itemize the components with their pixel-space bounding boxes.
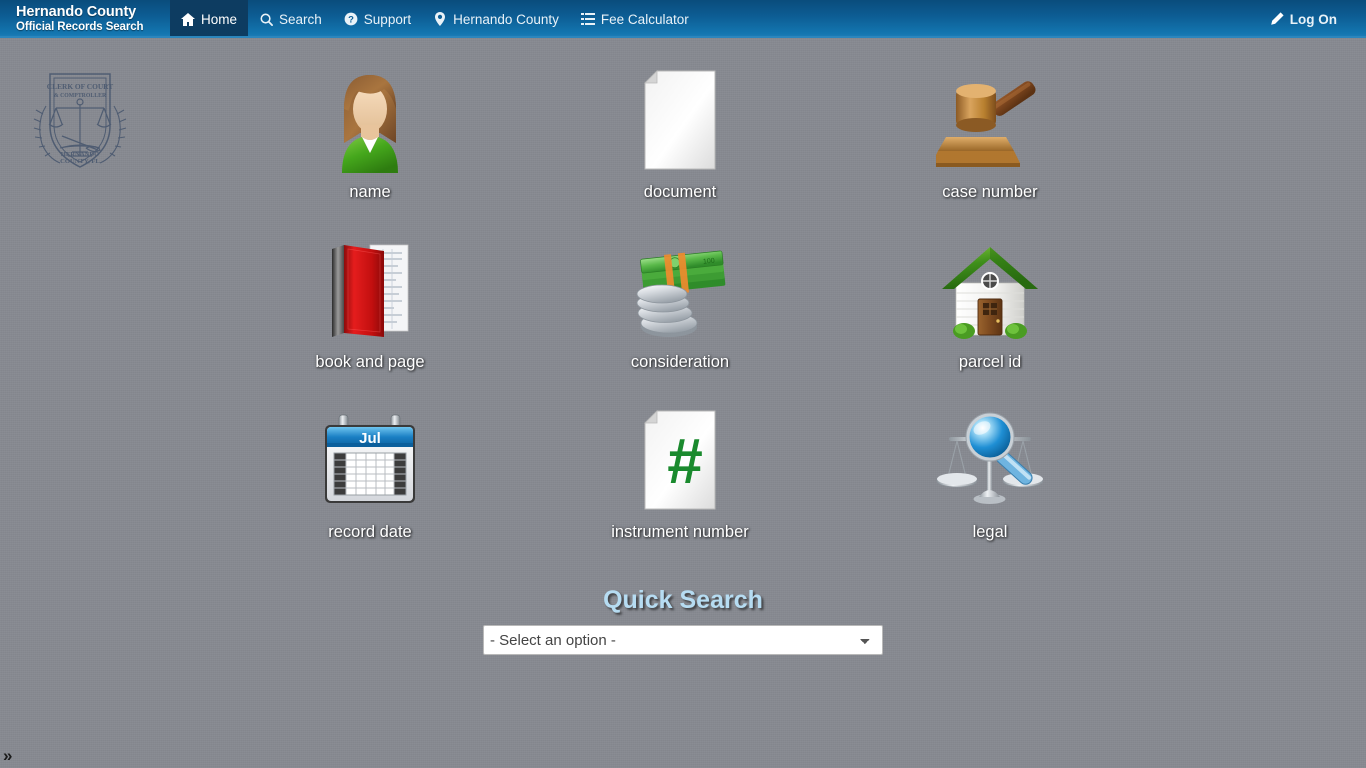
scales-magnifier-icon <box>930 395 1050 515</box>
tile-label: record date <box>328 523 412 541</box>
tile-consideration[interactable]: 100 consideration <box>525 225 835 395</box>
search-icon <box>259 12 273 26</box>
tile-row: name document case number <box>215 55 1145 225</box>
county-seal: CLERK OF COURT & COMPTROLLER HERNANDO CO… <box>26 64 134 176</box>
home-icon <box>181 12 195 26</box>
nav-item-home-label: Home <box>201 11 238 27</box>
brand-title: Hernando County <box>16 3 137 20</box>
question-circle-icon: ? <box>344 12 358 26</box>
tile-label: name <box>349 183 391 201</box>
gavel-icon <box>930 55 1050 175</box>
quick-search-title: Quick Search <box>603 586 763 614</box>
tile-case-number[interactable]: case number <box>835 55 1145 225</box>
tile-label: legal <box>972 523 1008 541</box>
nav-item-fee-calculator[interactable]: Fee Calculator <box>570 0 700 38</box>
top-navbar: Hernando County Official Records Search … <box>0 0 1366 38</box>
tile-label: document <box>643 183 717 201</box>
tile-document[interactable]: document <box>525 55 835 225</box>
tile-record-date[interactable]: Jul record date <box>215 395 525 565</box>
list-icon <box>580 12 595 26</box>
money-icon: 100 <box>620 225 740 345</box>
nav-items: Home Search ? Support Hernando County Fe… <box>170 0 700 38</box>
calendar-month-label: Jul <box>359 430 381 447</box>
svg-text:?: ? <box>348 15 354 26</box>
quick-search-select[interactable]: - Select an option - <box>483 625 883 655</box>
seal-line4: COUNTY, FL <box>60 158 100 165</box>
nav-item-support[interactable]: ? Support <box>333 0 422 38</box>
svg-text:100: 100 <box>703 258 715 266</box>
seal-line1: CLERK OF COURT <box>47 82 113 91</box>
tile-name[interactable]: name <box>215 55 525 225</box>
tile-label: parcel id <box>958 353 1022 371</box>
calendar-icon: Jul <box>310 395 430 515</box>
nav-item-hernando-county-label: Hernando County <box>453 11 559 27</box>
pencil-icon <box>1270 12 1284 26</box>
tile-label: book and page <box>315 353 425 371</box>
brand[interactable]: Hernando County Official Records Search <box>0 0 170 38</box>
seal-line2: & COMPTROLLER <box>54 93 107 99</box>
nav-item-search[interactable]: Search <box>248 0 333 38</box>
log-on-button[interactable]: Log On <box>1259 12 1348 27</box>
nav-right: Log On <box>1259 0 1366 38</box>
quick-search-section: Quick Search - Select an option - <box>0 586 1366 655</box>
svg-text:#: # <box>667 425 703 497</box>
nav-item-fee-calculator-label: Fee Calculator <box>600 11 689 27</box>
nav-item-home[interactable]: Home <box>170 0 249 38</box>
book-icon <box>310 225 430 345</box>
search-tile-grid: name document case number book and page … <box>215 55 1145 565</box>
tile-label: consideration <box>630 353 730 371</box>
footer-expand-toggle[interactable]: » <box>3 747 12 764</box>
person-icon <box>310 55 430 175</box>
tile-book-and-page[interactable]: book and page <box>215 225 525 395</box>
tile-label: case number <box>942 183 1038 201</box>
log-on-label: Log On <box>1289 11 1337 27</box>
map-marker-icon <box>433 12 447 26</box>
nav-item-hernando-county[interactable]: Hernando County <box>422 0 570 38</box>
nav-item-support-label: Support <box>363 11 412 27</box>
tile-legal[interactable]: legal <box>835 395 1145 565</box>
tile-row: book and page 100 consideration parcel i… <box>215 225 1145 395</box>
document-icon <box>620 55 740 175</box>
tile-label: instrument number <box>611 523 749 541</box>
tile-instrument-number[interactable]: # instrument number <box>525 395 835 565</box>
tile-row: Jul record date # instrument number lega… <box>215 395 1145 565</box>
nav-item-search-label: Search <box>279 11 322 27</box>
house-icon <box>930 225 1050 345</box>
brand-subtitle: Official Records Search <box>16 20 144 33</box>
seal-line3: HERNANDO <box>61 151 99 158</box>
tile-parcel-id[interactable]: parcel id <box>835 225 1145 395</box>
hash-document-icon: # <box>620 395 740 515</box>
